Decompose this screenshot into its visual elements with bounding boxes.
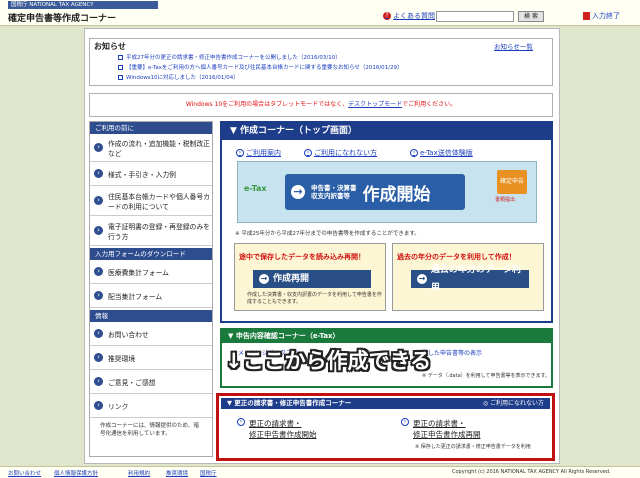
- arrow-right-icon: ›: [94, 143, 103, 152]
- correction-unavailable-link[interactable]: ◎ ご利用になれない方: [483, 398, 544, 409]
- faq-link[interactable]: ? よくある質問: [383, 11, 435, 21]
- correction-start-link[interactable]: › 更正の請求書・ 修正申告書作成開始: [237, 418, 317, 440]
- sidebar-item-dividend[interactable]: › 配当集計フォーム: [90, 284, 212, 308]
- sidebar-section-before-use: ご利用の前に: [90, 122, 212, 134]
- news-item[interactable]: 【重要】e-Taxをご利用の方へ個人番号カード及び住民基本台帳カードに関する重要…: [118, 63, 403, 71]
- question-icon: ?: [383, 12, 391, 20]
- start-button-sub2: 収支内訳書等: [311, 192, 350, 200]
- top-bar: 国税庁 NATIONAL TAX AGENCY 確定申告書等作成コーナー ? よ…: [0, 0, 640, 26]
- arrow-right-icon: ›: [94, 267, 103, 276]
- document-icon: [118, 54, 123, 60]
- arrow-right-icon: →: [291, 185, 305, 199]
- sidebar-section-download: 入力用フォームのダウンロード: [90, 248, 212, 260]
- notice-title: お知らせ: [94, 42, 126, 51]
- arrow-right-icon: ›: [94, 329, 103, 338]
- notice-panel: お知らせ お知らせ一覧 平成27年分の更正の請求書・修正申告書作成コーナーを公開…: [89, 38, 553, 86]
- document-icon: [118, 74, 123, 80]
- arrow-right-icon: →: [417, 274, 427, 284]
- arrow-right-icon: ›: [94, 353, 103, 362]
- resume-panel: 途中で保存したデータを読み込み再開！ → 作成再開 作成した決算書・収支内訳書のデ…: [234, 243, 386, 311]
- copyright: Copyright (c) 2016 NATIONAL TAX AGENCY A…: [452, 469, 611, 475]
- desktop-mode-link[interactable]: デスクトップモード: [348, 101, 402, 108]
- past-data-button[interactable]: → 過去の年分のデータ利用: [411, 265, 529, 293]
- start-banner: e-Tax → 申告書・決算書 収支内訳書等 作成開始 確定申告 書類提出: [237, 161, 537, 223]
- correction-resume-link[interactable]: › 更正の請求書・ 修正申告書作成再開: [401, 418, 481, 440]
- confirmation-corner-header: ▼ 申告内容確認コーナー（e-Tax）: [222, 330, 551, 343]
- correction-corner-panel: ▼ 更正の請求書・修正申告書作成コーナー ◎ ご利用になれない方 › 更正の請求…: [216, 393, 555, 461]
- arrow-right-icon: →: [259, 274, 269, 284]
- arrow-circle-icon: ›: [401, 418, 409, 426]
- creation-note: ※ 平成25年分から平成27年分までの申告書等を作成することができます。: [235, 231, 420, 237]
- sidebar-item-feedback[interactable]: › ご意見・ご感想: [90, 370, 212, 394]
- arrow-right-icon: ›: [94, 401, 103, 410]
- sidebar-item-link[interactable]: › リンク: [90, 394, 212, 418]
- sidebar: ご利用の前に › 作成の流れ・追加機能・税制改正など › 様式・手引き・入力例 › 住…: [89, 121, 213, 457]
- footer-link-environment[interactable]: 推奨環境: [166, 469, 188, 477]
- arrow-right-icon: ›: [94, 196, 103, 205]
- resume-description: 作成した決算書・収支内訳書のデータを利用して申告書を作成することもできます。: [247, 292, 382, 305]
- usage-guide-link[interactable]: › ご利用案内: [236, 148, 281, 158]
- sidebar-item-certificate[interactable]: › 電子証明書の登録・再登録のみを行う方: [90, 216, 212, 246]
- notice-list-link[interactable]: お知らせ一覧: [494, 41, 533, 51]
- sidebar-item-medical[interactable]: › 医療費集計フォーム: [90, 260, 212, 284]
- footer-link-privacy[interactable]: 個人情報保護方針: [54, 469, 98, 477]
- start-creation-button[interactable]: → 申告書・決算書 収支内訳書等 作成開始: [285, 174, 465, 210]
- exit-link[interactable]: 入力終了: [583, 11, 620, 21]
- sidebar-item-contact[interactable]: › お問い合わせ: [90, 322, 212, 346]
- exit-icon: [583, 12, 590, 20]
- search-input[interactable]: [436, 11, 514, 22]
- confirmation-note: ※ データ（.data）を利用して申告書等を表示できます。: [422, 373, 550, 379]
- arrow-right-icon: ›: [94, 291, 103, 300]
- sidebar-item-flow[interactable]: › 作成の流れ・追加機能・税制改正など: [90, 134, 212, 162]
- site-title: 確定申告書等作成コーナー: [8, 14, 117, 24]
- tax-return-logo-label: 書類提出: [495, 197, 516, 203]
- search-button[interactable]: 検 索: [518, 11, 544, 22]
- unavailable-users-link[interactable]: › ご利用になれない方: [304, 148, 377, 158]
- exit-link-label: 入力終了: [592, 12, 620, 20]
- footer: お問い合わせ 個人情報保護方針 利用規約 推奨環境 国税庁 Copyright …: [0, 466, 640, 478]
- resume-button[interactable]: → 作成再開: [253, 270, 371, 288]
- past-data-panel: 過去の年分のデータを利用して作成！ → 過去の年分のデータ利用: [392, 243, 544, 311]
- windows-banner-prefix: Windows 10をご利用の場合はタブレットモードではなく、: [185, 101, 349, 108]
- correction-corner-header: ▼ 更正の請求書・修正申告書作成コーナー ◎ ご利用になれない方: [221, 398, 550, 409]
- arrow-circle-icon: ›: [237, 418, 245, 426]
- footer-link-terms[interactable]: 利用規約: [128, 469, 150, 477]
- tax-return-logo: 確定申告: [497, 170, 527, 194]
- start-button-sub1: 申告書・決算書: [311, 184, 357, 192]
- sidebar-note: 作成コーナーには、情報提供のため、暗号化通信を利用しています。: [100, 423, 200, 437]
- annotation-overlay: ↓ここから作成できる: [225, 349, 432, 373]
- arrow-circle-icon: ›: [304, 149, 312, 157]
- windows-banner: Windows 10をご利用の場合はタブレットモードではなく、デスクトップモード…: [89, 93, 553, 117]
- windows-banner-suffix: でご利用ください。: [402, 101, 457, 108]
- document-icon: [118, 64, 123, 70]
- arrow-right-icon: ›: [94, 169, 103, 178]
- sidebar-item-environment[interactable]: › 推奨環境: [90, 346, 212, 370]
- resume-title: 途中で保存したデータを読み込み再開！: [239, 253, 365, 261]
- etax-trial-link[interactable]: › e-Tax送信体験版: [410, 148, 473, 158]
- start-button-label: 作成開始: [362, 184, 431, 205]
- arrow-circle-icon: ›: [410, 149, 418, 157]
- sidebar-item-card[interactable]: › 住民基本台帳カードや個人番号カードの利用について: [90, 186, 212, 216]
- arrow-right-icon: ›: [94, 377, 103, 386]
- footer-link-nta[interactable]: 国税庁: [200, 469, 217, 477]
- sidebar-item-forms[interactable]: › 様式・手引き・入力例: [90, 162, 212, 186]
- creation-corner-header: ▼ 作成コーナー（トップ画面）: [222, 123, 551, 140]
- etax-logo: e-Tax: [244, 184, 267, 193]
- faq-link-label: よくある質問: [393, 12, 435, 20]
- correction-note: ※ 保存した更正の請求書・修正申告書データを利用: [415, 444, 531, 450]
- creation-corner-panel: ▼ 作成コーナー（トップ画面） › ご利用案内 › ご利用になれない方 › e-Tax…: [220, 121, 553, 323]
- arrow-right-icon: ›: [94, 226, 103, 235]
- news-item[interactable]: 平成27年分の更正の請求書・修正申告書作成コーナーを公開しました（2016/03…: [118, 53, 341, 61]
- news-item[interactable]: Windows10に対応しました（2016/01/04）: [118, 73, 239, 81]
- arrow-circle-icon: ›: [236, 149, 244, 157]
- agency-label: 国税庁 NATIONAL TAX AGENCY: [8, 1, 158, 9]
- footer-link-contact[interactable]: お問い合わせ: [8, 469, 41, 477]
- sidebar-section-info: 情報: [90, 310, 212, 322]
